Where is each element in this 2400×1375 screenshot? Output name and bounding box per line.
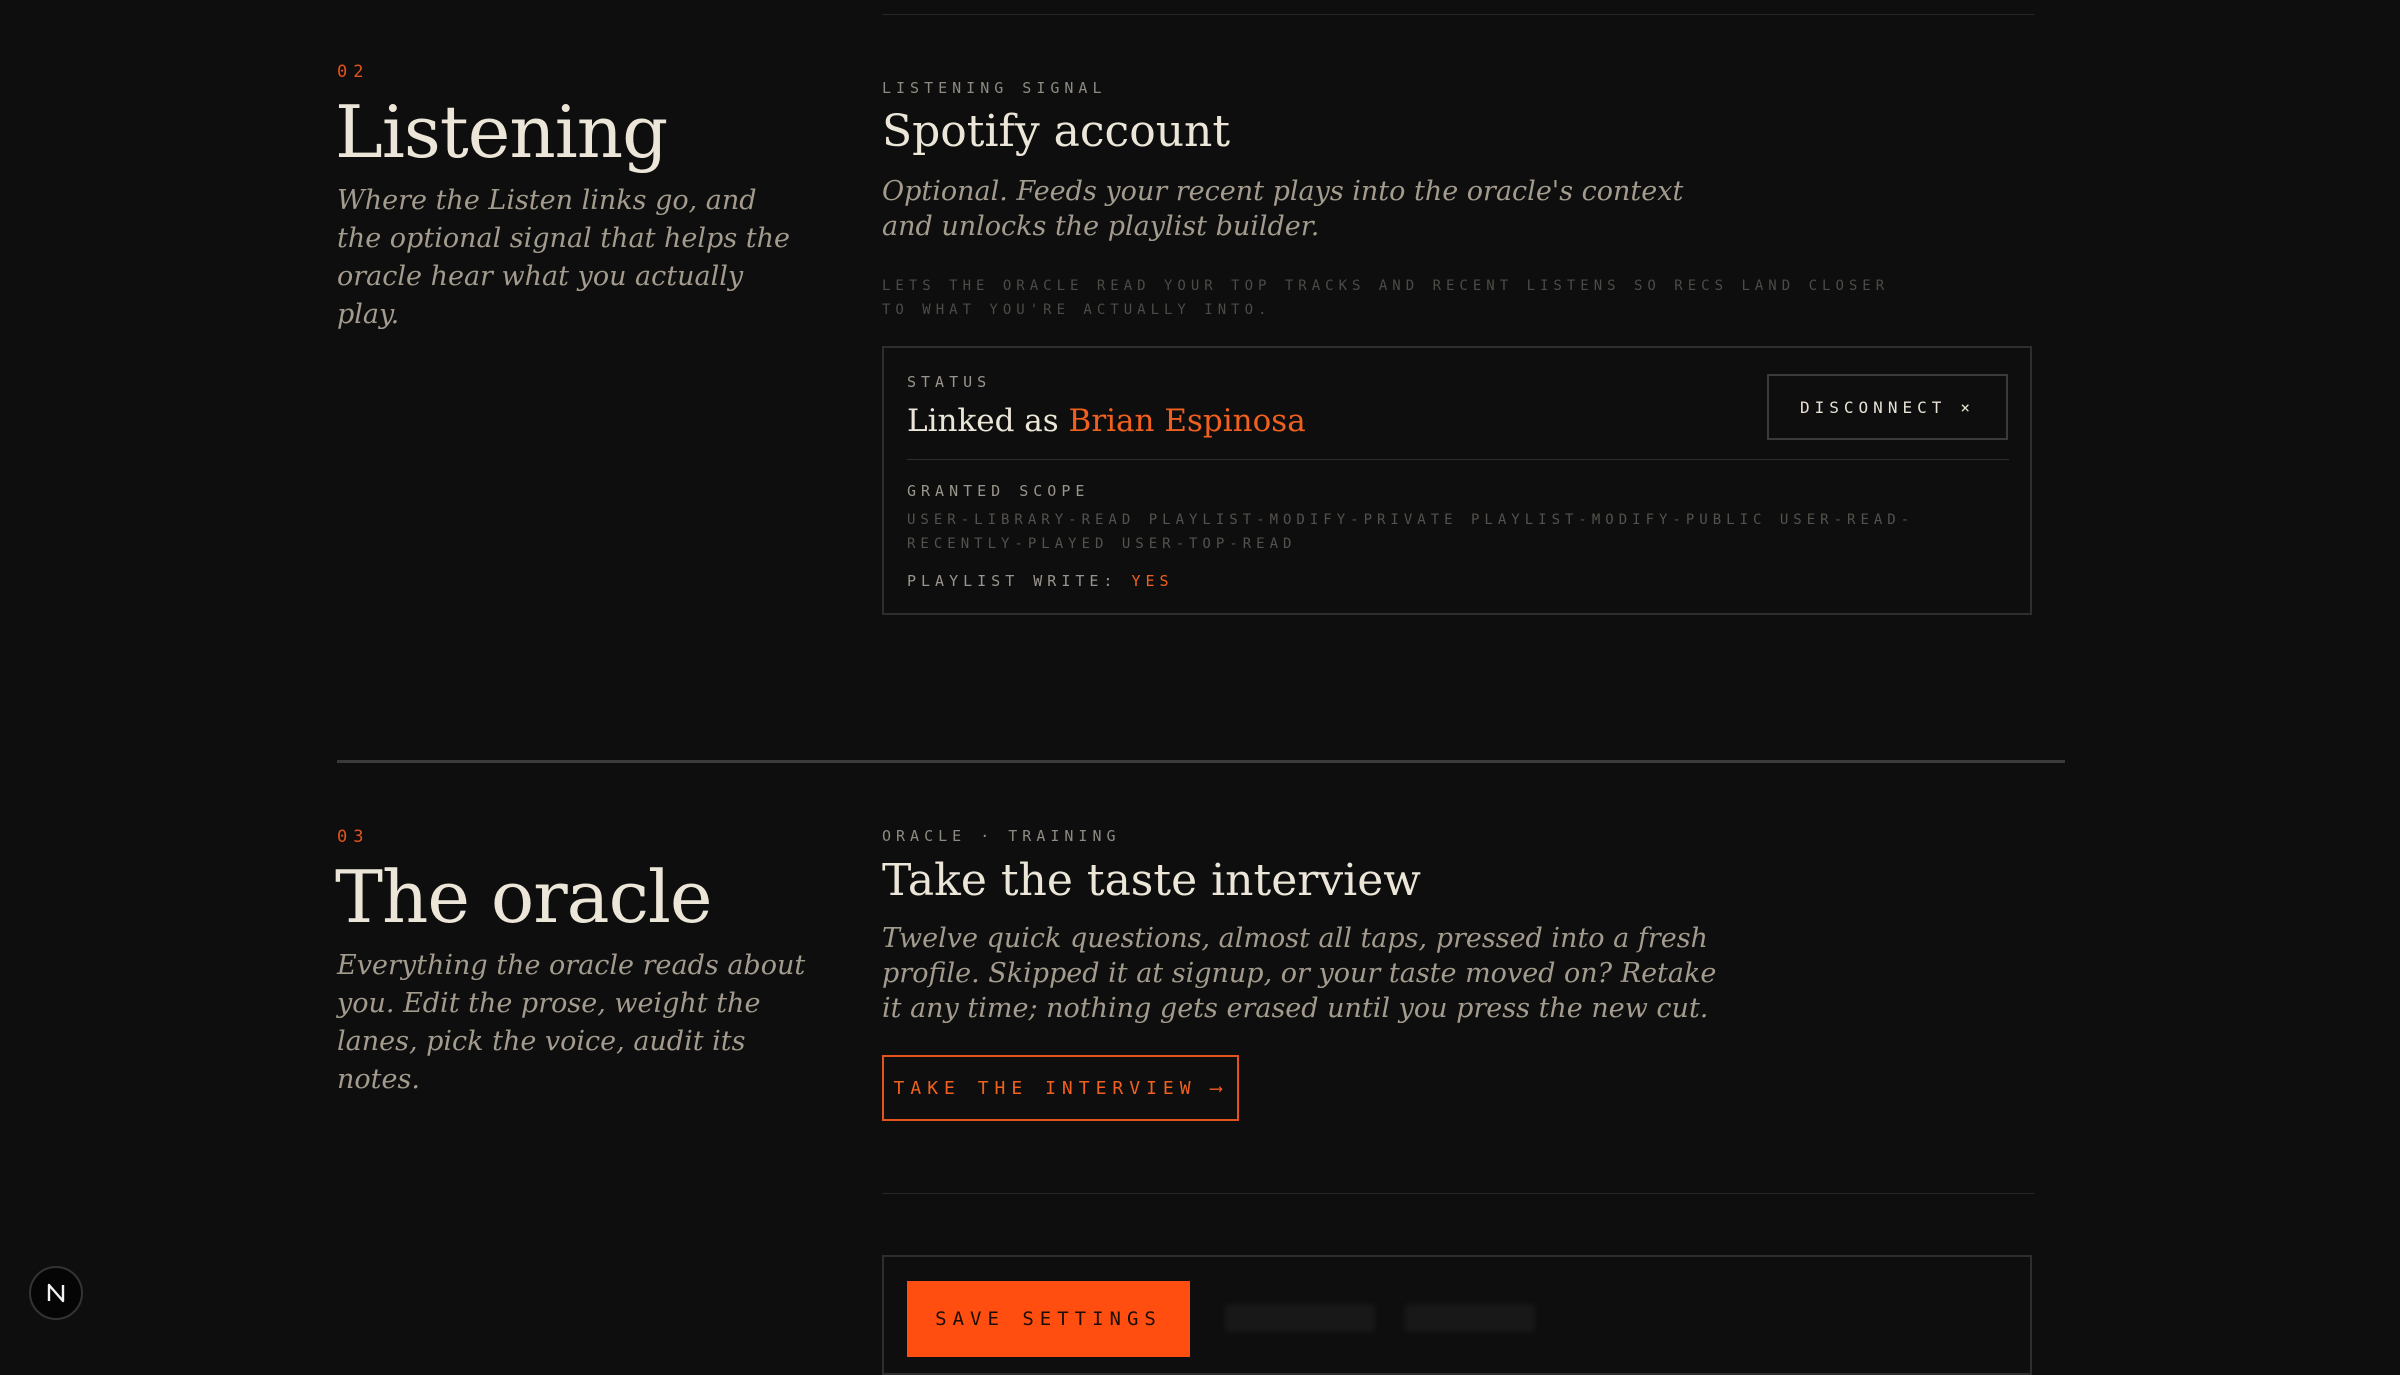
linked-account: Linked as Brian Espinosa bbox=[907, 403, 1306, 439]
section-divider bbox=[337, 760, 2065, 763]
lower-divider bbox=[882, 1193, 2034, 1194]
save-settings-button[interactable]: SAVE SETTINGS bbox=[907, 1281, 1190, 1357]
playlist-write-label: PLAYLIST WRITE: bbox=[907, 572, 1118, 590]
status-label: STATUS bbox=[907, 373, 992, 391]
blurred-placeholder bbox=[1405, 1304, 1535, 1332]
card-eyebrow: ORACLE · TRAINING bbox=[882, 827, 1121, 845]
section-title: Listening bbox=[335, 90, 668, 174]
section-number: 02 bbox=[337, 62, 370, 82]
take-interview-label: TAKE THE INTERVIEW bbox=[893, 1077, 1197, 1099]
section-description: Where the Listen links go, and the optio… bbox=[337, 185, 790, 330]
nextjs-logo-icon[interactable] bbox=[29, 1266, 83, 1320]
linked-prefix: Linked as bbox=[907, 403, 1059, 439]
playlist-write-value: YES bbox=[1131, 572, 1174, 590]
disconnect-button[interactable]: DISCONNECT × bbox=[1767, 374, 2008, 440]
nextjs-logo-glyph bbox=[47, 1283, 65, 1303]
arrow-right-icon: ⟶ bbox=[1210, 1077, 1228, 1099]
top-divider bbox=[882, 14, 2034, 15]
take-interview-button[interactable]: TAKE THE INTERVIEW ⟶ bbox=[882, 1055, 1239, 1121]
card-description: Optional. Feeds your recent plays into t… bbox=[882, 176, 1684, 242]
section-title: The oracle bbox=[335, 855, 713, 939]
card-fine-print: LETS THE ORACLE READ YOUR TOP TRACKS AND… bbox=[882, 278, 1890, 318]
status-divider bbox=[907, 459, 2009, 460]
close-icon: × bbox=[1960, 397, 1975, 417]
playlist-write: PLAYLIST WRITE: YES bbox=[907, 572, 1174, 590]
scope-values: USER-LIBRARY-READ PLAYLIST-MODIFY-PRIVAT… bbox=[907, 512, 1915, 552]
blurred-placeholder bbox=[1225, 1304, 1375, 1332]
card-description: Twelve quick questions, almost all taps,… bbox=[882, 923, 1717, 1024]
card-eyebrow: LISTENING SIGNAL bbox=[882, 79, 1107, 97]
section-number: 03 bbox=[337, 827, 370, 847]
linked-user-name: Brian Espinosa bbox=[1068, 403, 1306, 439]
disconnect-label: DISCONNECT bbox=[1800, 397, 1947, 417]
scope-label: GRANTED SCOPE bbox=[907, 482, 1090, 500]
card-title: Spotify account bbox=[882, 106, 1231, 157]
section-description: Everything the oracle reads about you. E… bbox=[337, 950, 806, 1095]
card-title: Take the taste interview bbox=[882, 855, 1421, 906]
